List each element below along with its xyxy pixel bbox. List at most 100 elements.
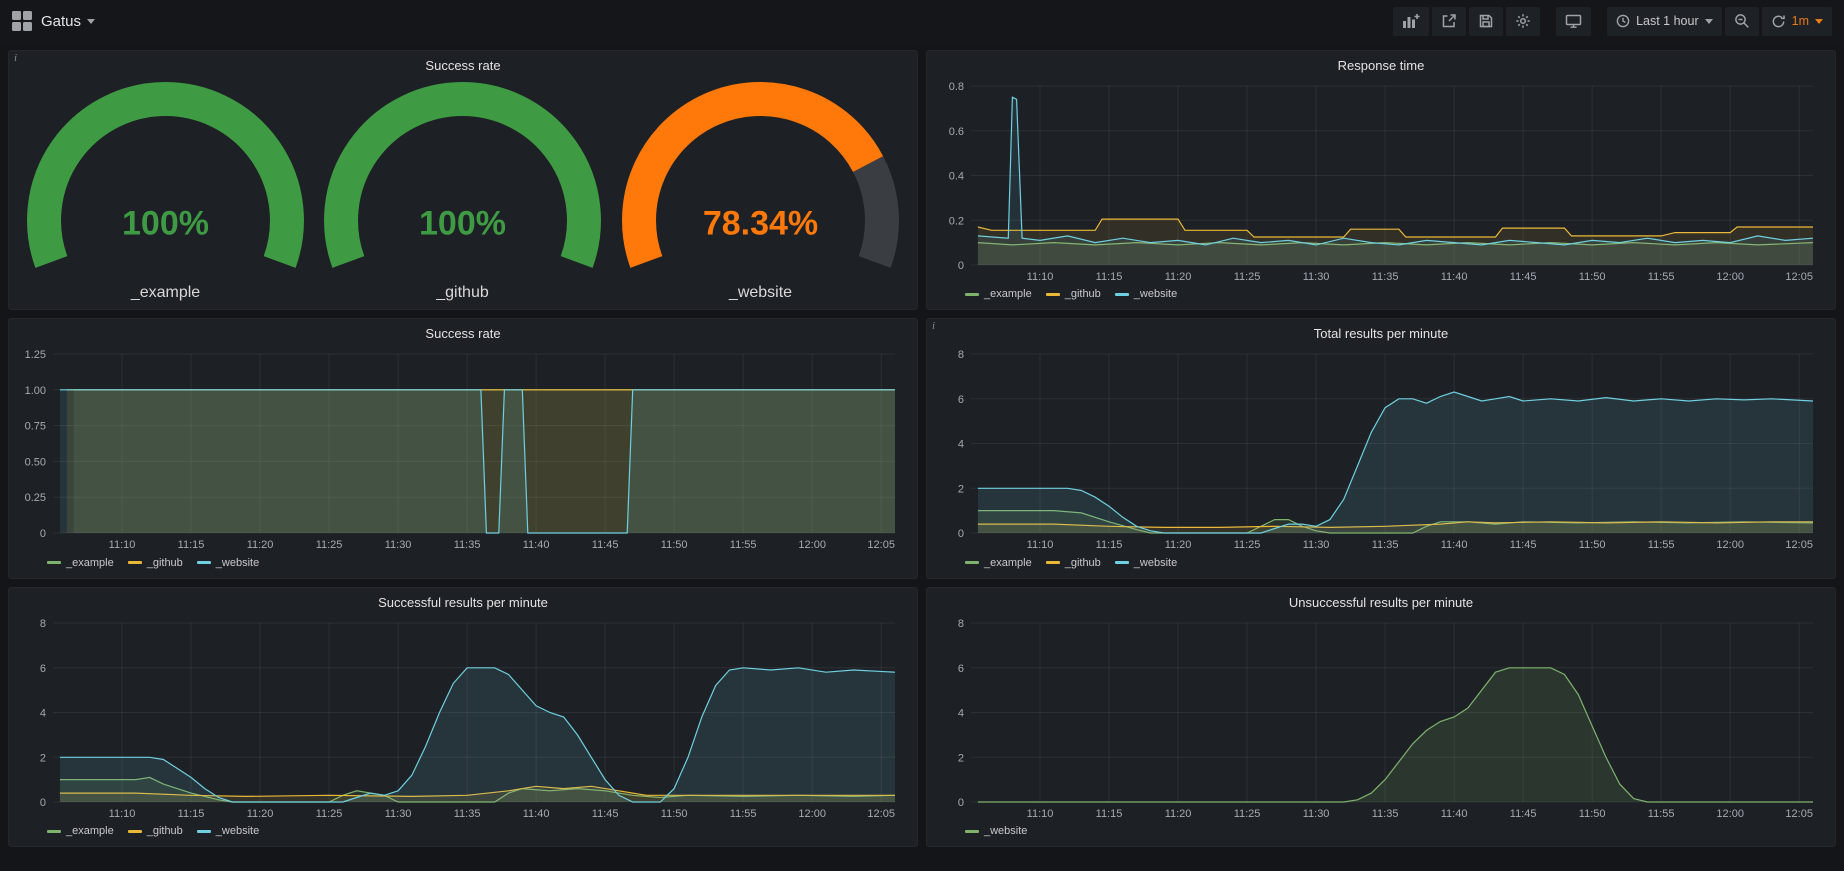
chart-success-rate[interactable]: 00.250.500.751.001.2511:1011:1511:2011:2… <box>17 344 909 553</box>
chevron-down-icon <box>87 19 95 24</box>
x-tick-label: 11:15 <box>1096 808 1123 820</box>
dashboard-title-button[interactable]: Gatus <box>41 13 95 30</box>
panel-info-icon[interactable]: i <box>932 321 935 332</box>
refresh-picker[interactable]: 1m <box>1762 7 1832 36</box>
legend-color-swatch <box>128 830 142 833</box>
legend-series-name: _website <box>984 825 1027 837</box>
x-tick-label: 11:35 <box>1372 808 1399 820</box>
x-tick-label: 11:40 <box>523 808 550 820</box>
legend-item-_website[interactable]: _website <box>1115 557 1177 569</box>
y-tick-label: 1.25 <box>25 349 46 361</box>
zoom-out-icon <box>1734 13 1750 29</box>
legend-item-_github[interactable]: _github <box>1046 557 1101 569</box>
legend-item-_website[interactable]: _website <box>965 825 1027 837</box>
legend-color-swatch <box>1115 293 1129 296</box>
series-fill-_website <box>60 390 895 533</box>
legend-item-_example[interactable]: _example <box>965 557 1032 569</box>
x-tick-label: 11:35 <box>454 808 481 820</box>
dashboard-grid: i Success rate 100%_example100%_github78… <box>0 42 1844 855</box>
legend-series-name: _example <box>984 288 1032 300</box>
legend-color-swatch <box>965 293 979 296</box>
x-tick-label: 11:25 <box>316 539 343 551</box>
legend-series-name: _website <box>216 557 259 569</box>
legend-color-swatch <box>128 561 142 564</box>
y-tick-label: 2 <box>958 752 964 764</box>
chart-canvas: 00.250.500.751.001.2511:1011:1511:2011:2… <box>17 344 909 553</box>
x-tick-label: 11:30 <box>1303 271 1330 283</box>
y-tick-label: 0.6 <box>949 126 964 138</box>
save-icon <box>1478 13 1494 29</box>
x-tick-label: 12:00 <box>1716 539 1744 551</box>
chart-total-results[interactable]: 0246811:1011:1511:2011:2511:3011:3511:40… <box>935 344 1827 553</box>
x-tick-label: 12:00 <box>798 808 826 820</box>
panel-title[interactable]: Response time <box>927 51 1835 76</box>
x-tick-label: 11:30 <box>1303 539 1330 551</box>
legend-item-_github[interactable]: _github <box>128 557 183 569</box>
gauge-row[interactable]: 100%_example100%_github78.34%_website <box>17 76 909 305</box>
x-tick-label: 11:45 <box>592 539 619 551</box>
dashboard-settings-button[interactable] <box>1506 7 1540 36</box>
legend-series-name: _website <box>216 825 259 837</box>
add-panel-icon <box>1402 13 1420 29</box>
x-tick-label: 11:35 <box>1372 539 1399 551</box>
x-tick-label: 11:50 <box>1579 271 1606 283</box>
legend-item-_website[interactable]: _website <box>197 825 259 837</box>
panel-title[interactable]: Total results per minute <box>927 319 1835 344</box>
gauge-value: 100% <box>420 205 507 243</box>
legend: _example _github _website <box>17 554 909 574</box>
time-range-label: Last 1 hour <box>1636 14 1699 28</box>
y-tick-label: 6 <box>40 662 46 674</box>
legend-item-_github[interactable]: _github <box>1046 288 1101 300</box>
x-tick-label: 11:55 <box>1648 539 1675 551</box>
dashboards-grid-icon[interactable] <box>12 11 32 31</box>
chart-response-time[interactable]: 00.20.40.60.811:1011:1511:2011:2511:3011… <box>935 76 1827 285</box>
gear-icon <box>1515 13 1531 29</box>
x-tick-label: 11:55 <box>730 539 757 551</box>
gauge-label: _github <box>436 284 490 301</box>
zoom-out-time-button[interactable] <box>1725 7 1759 36</box>
x-tick-label: 12:00 <box>1716 808 1744 820</box>
y-tick-label: 6 <box>958 394 964 406</box>
legend-item-_website[interactable]: _website <box>197 557 259 569</box>
save-dashboard-button[interactable] <box>1469 7 1503 36</box>
legend: _website <box>935 822 1827 842</box>
y-tick-label: 0 <box>958 260 964 272</box>
clock-icon <box>1616 14 1630 28</box>
panel-title[interactable]: Unsuccessful results per minute <box>927 588 1835 613</box>
panel-title[interactable]: Successful results per minute <box>9 588 917 613</box>
x-tick-label: 11:10 <box>1027 808 1054 820</box>
refresh-icon <box>1771 14 1786 29</box>
legend-item-_website[interactable]: _website <box>1115 288 1177 300</box>
legend-item-_example[interactable]: _example <box>47 557 114 569</box>
x-tick-label: 11:15 <box>178 539 205 551</box>
chart-canvas: 00.20.40.60.811:1011:1511:2011:2511:3011… <box>935 76 1827 285</box>
x-tick-label: 11:45 <box>1510 271 1537 283</box>
add-panel-button[interactable] <box>1393 7 1429 36</box>
share-dashboard-button[interactable] <box>1432 7 1466 36</box>
cycle-view-mode-button[interactable] <box>1556 7 1591 36</box>
panel-info-icon[interactable]: i <box>14 53 17 64</box>
gauge-value: 100% <box>122 205 209 243</box>
tv-monitor-icon <box>1565 13 1582 29</box>
x-tick-label: 12:00 <box>798 539 826 551</box>
chart-successful-results[interactable]: 0246811:1011:1511:2011:2511:3011:3511:40… <box>17 613 909 822</box>
x-tick-label: 11:40 <box>1441 808 1468 820</box>
legend-series-name: _example <box>66 557 114 569</box>
panel-title[interactable]: Success rate <box>9 51 917 76</box>
gauge-rest-arc <box>868 164 882 262</box>
legend-series-name: _github <box>147 825 183 837</box>
x-tick-label: 11:55 <box>730 808 757 820</box>
time-range-picker[interactable]: Last 1 hour <box>1607 7 1722 36</box>
dashboard-title: Gatus <box>41 13 81 30</box>
x-tick-label: 11:10 <box>109 808 136 820</box>
legend-color-swatch <box>1046 293 1060 296</box>
legend-color-swatch <box>965 830 979 833</box>
legend-item-_example[interactable]: _example <box>965 288 1032 300</box>
panel-title[interactable]: Success rate <box>9 319 917 344</box>
legend-item-_example[interactable]: _example <box>47 825 114 837</box>
legend-color-swatch <box>47 561 61 564</box>
legend-color-swatch <box>965 561 979 564</box>
legend-item-_github[interactable]: _github <box>128 825 183 837</box>
x-tick-label: 11:30 <box>1303 808 1330 820</box>
chart-unsuccessful-results[interactable]: 0246811:1011:1511:2011:2511:3011:3511:40… <box>935 613 1827 822</box>
